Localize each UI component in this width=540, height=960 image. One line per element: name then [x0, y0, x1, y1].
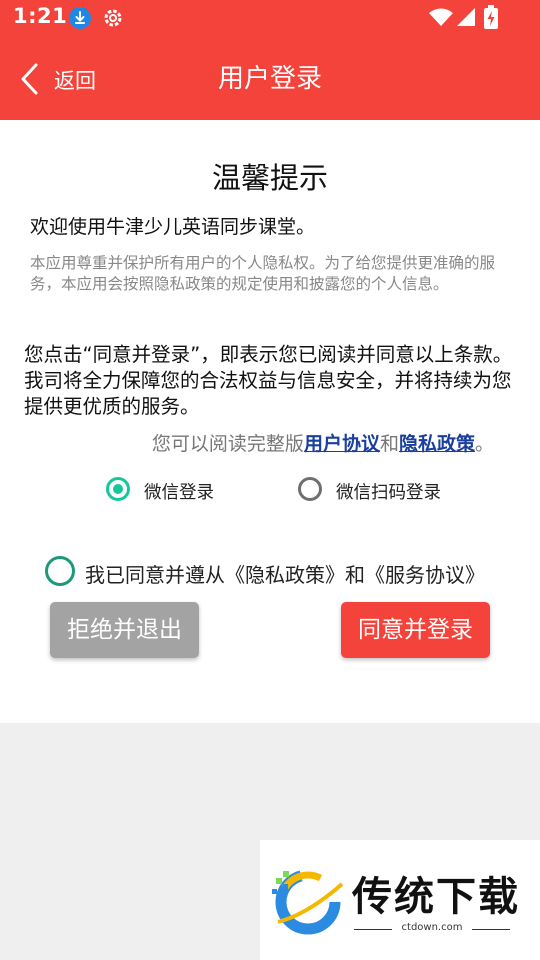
app-header: 1:21 返回 用户登录 — [0, 0, 540, 120]
agree-login-button[interactable]: 同意并登录 — [341, 602, 490, 658]
consent-text: 您点击“同意并登录”，即表示您已阅读并同意以上条款。我司将全力保障您的合法权益与… — [24, 343, 513, 418]
battery-charging-icon — [483, 4, 499, 30]
download-icon — [69, 7, 91, 29]
read-and: 和 — [379, 433, 399, 455]
watermark: 传统下载 ctdown.com — [260, 840, 540, 960]
user-agreement-link[interactable]: 用户协议 — [304, 433, 380, 455]
checkbox-circle-icon — [45, 556, 75, 586]
read-prefix: 您可以阅读完整版 — [151, 433, 304, 455]
read-full-version: 您可以阅读完整版用户协议和隐私政策。 — [152, 429, 494, 456]
back-button[interactable]: 返回 — [18, 60, 108, 100]
agreement-label: 我已同意并遵从《隐私政策》和《服务协议》 — [85, 563, 485, 587]
chevron-left-icon — [21, 63, 38, 95]
reject-exit-button[interactable]: 拒绝并退出 — [50, 602, 199, 658]
radio-unselected-icon — [298, 477, 322, 501]
welcome-text: 欢迎使用牛津少儿英语同步课堂。 — [30, 216, 316, 238]
radio-selected-icon — [106, 477, 130, 501]
wechat-qr-login-label: 微信扫码登录 — [336, 483, 441, 503]
status-bar: 1:21 — [0, 0, 540, 36]
status-time: 1:21 — [13, 4, 68, 28]
privacy-dialog: 温馨提示 欢迎使用牛津少儿英语同步课堂。 本应用尊重并保护所有用户的个人隐私权。… — [0, 120, 540, 723]
wifi-icon — [428, 7, 454, 27]
privacy-notice: 本应用尊重并保护所有用户的个人隐私权。为了给您提供更准确的服务，本应用会按照隐私… — [30, 254, 496, 293]
read-suffix: 。 — [474, 433, 494, 455]
watermark-text: 传统下载 — [352, 874, 520, 920]
watermark-logo-icon — [272, 869, 344, 935]
gear-icon — [102, 7, 124, 29]
watermark-url: ctdown.com — [392, 922, 472, 933]
back-label: 返回 — [54, 69, 96, 93]
signal-icon — [456, 7, 476, 27]
wechat-login-label: 微信登录 — [144, 483, 214, 503]
privacy-policy-link[interactable]: 隐私政策 — [399, 433, 475, 455]
dialog-heading: 温馨提示 — [211, 161, 328, 195]
